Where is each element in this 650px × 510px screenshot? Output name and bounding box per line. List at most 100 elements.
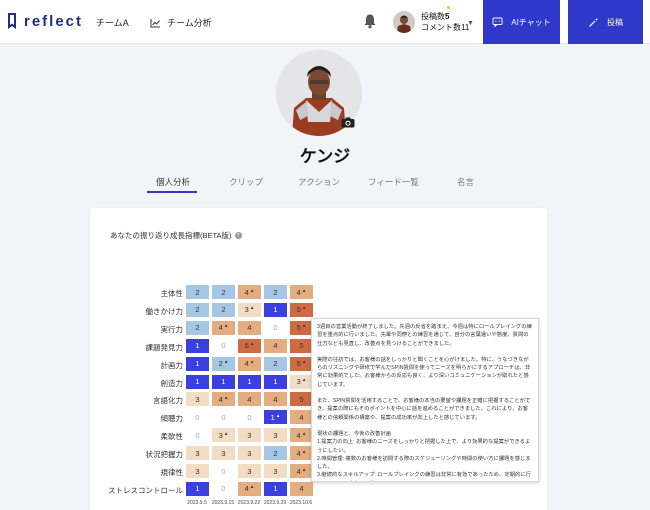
- heatmap-cell[interactable]: 4: [264, 338, 287, 353]
- heatmap-row-label: 課題発見力: [145, 342, 184, 352]
- heatmap-cell[interactable]: 2 ▲: [212, 356, 235, 371]
- heatmap-cell[interactable]: 2: [264, 446, 287, 461]
- heatmap-cell[interactable]: 1: [238, 374, 261, 389]
- logo[interactable]: reflect: [6, 12, 83, 30]
- heatmap-cell[interactable]: 4 ▲: [212, 392, 235, 407]
- heatmap-cell[interactable]: 1: [186, 338, 209, 353]
- heatmap-cell[interactable]: 2: [186, 320, 209, 335]
- heatmap-cell[interactable]: 4: [264, 392, 287, 407]
- heatmap-cell[interactable]: 5 ▲: [290, 320, 313, 335]
- heatmap-cell[interactable]: 4: [290, 481, 313, 496]
- heatmap-date-label: 2023.10.6: [289, 500, 313, 506]
- logo-mark-icon: [8, 13, 16, 29]
- heatmap-cell-value: 3: [244, 305, 249, 315]
- heatmap-cell[interactable]: 4: [290, 410, 313, 425]
- heatmap-cell-value: 3: [296, 377, 301, 386]
- heatmap-cell[interactable]: 3: [212, 446, 235, 461]
- up-arrow-icon: ▲: [249, 359, 255, 365]
- up-arrow-icon: ▲: [301, 430, 307, 436]
- heatmap-cell[interactable]: 4: [238, 392, 261, 407]
- heatmap-cell-value: 3: [221, 448, 226, 458]
- tab-action[interactable]: アクション: [298, 176, 340, 188]
- heatmap-cell[interactable]: 4 ▲: [238, 481, 261, 496]
- heatmap-cell[interactable]: 4: [238, 320, 261, 335]
- heatmap-cell[interactable]: 4 ▲: [290, 464, 313, 478]
- heatmap-cell[interactable]: 2: [212, 302, 235, 317]
- heatmap-cell[interactable]: 3: [264, 428, 287, 443]
- active-tab-indicator: [147, 191, 197, 193]
- heatmap-cell[interactable]: 4 ▲: [238, 356, 261, 371]
- heatmap-cell[interactable]: 5 ▲: [290, 302, 313, 317]
- heatmap-cell[interactable]: 0: [264, 320, 287, 335]
- tab-feed-list[interactable]: フィード一覧: [368, 176, 419, 188]
- heatmap-row-label: 創造力: [160, 378, 184, 388]
- heatmap-cell[interactable]: 1 ▲: [264, 410, 287, 425]
- heatmap-cell[interactable]: 3: [238, 446, 261, 461]
- heatmap-cell[interactable]: 4 ▲: [290, 428, 313, 443]
- heatmap-cell[interactable]: 2: [264, 285, 287, 299]
- heatmap-cell-value: 4: [244, 359, 249, 369]
- heatmap-cell[interactable]: 0: [212, 481, 235, 496]
- camera-icon[interactable]: [341, 117, 355, 128]
- heatmap-cell[interactable]: 0: [212, 464, 235, 478]
- heatmap-cell[interactable]: 1: [186, 481, 209, 496]
- heatmap-cell[interactable]: 3: [238, 428, 261, 443]
- post-button[interactable]: 投稿: [568, 0, 643, 44]
- heatmap-cell[interactable]: 0: [238, 410, 261, 425]
- heatmap-cell[interactable]: 3: [186, 392, 209, 407]
- heatmap-cell[interactable]: 4 ▲: [238, 285, 261, 299]
- heatmap-cell-value: 4: [296, 466, 301, 476]
- heatmap-row-label: ストレスコントロール: [108, 485, 183, 495]
- heatmap-cell-value: 1: [195, 484, 200, 494]
- heatmap-cell-value: 5: [299, 394, 304, 404]
- heatmap-cell[interactable]: 1: [264, 374, 287, 389]
- heatmap-cell[interactable]: 1: [212, 374, 235, 389]
- up-arrow-icon: ▲: [223, 323, 229, 329]
- heatmap-cell[interactable]: 3 ▲: [212, 428, 235, 443]
- heatmap-row-label: 計画力: [160, 360, 184, 370]
- heatmap-cell[interactable]: 4 ▲: [290, 446, 313, 461]
- header-avatar[interactable]: [393, 11, 415, 33]
- heatmap-cell[interactable]: 1: [264, 302, 287, 317]
- heatmap-cell[interactable]: 5 ▲: [290, 356, 313, 371]
- heatmap-cell[interactable]: 3: [264, 464, 287, 478]
- heatmap-cell[interactable]: 2: [186, 285, 209, 299]
- info-icon[interactable]: ?: [234, 232, 242, 239]
- heatmap-cell[interactable]: 5: [290, 392, 313, 407]
- heatmap-cell[interactable]: 3: [238, 464, 261, 478]
- header-user-stats[interactable]: 投稿数5 コメント数11: [421, 11, 469, 33]
- up-arrow-icon: ▲: [223, 359, 229, 365]
- tab-clip[interactable]: クリップ: [229, 176, 263, 188]
- heatmap-cell[interactable]: 2: [264, 356, 287, 371]
- heatmap-cell[interactable]: 4 ▲: [212, 320, 235, 335]
- tab-personal-analysis[interactable]: 個人分析: [156, 176, 190, 188]
- heatmap-cell[interactable]: 3 ▲: [238, 302, 261, 317]
- heatmap-cell[interactable]: 3 ▲: [290, 374, 313, 389]
- bell-icon[interactable]: [363, 13, 377, 29]
- heatmap-cell[interactable]: 0: [186, 428, 209, 443]
- heatmap-cell[interactable]: 2: [186, 302, 209, 317]
- ai-chat-button[interactable]: AIチャット: [483, 0, 560, 44]
- heatmap-cell-value: 4: [218, 323, 223, 333]
- heatmap-cell[interactable]: 2: [212, 285, 235, 299]
- heatmap-cell-value: 4: [299, 412, 304, 422]
- heatmap-cell[interactable]: 4 ▲: [290, 285, 313, 299]
- nav-team-link[interactable]: チームA: [96, 16, 129, 29]
- heatmap-cell-value: 3: [247, 430, 252, 440]
- heatmap-cell[interactable]: 1: [264, 481, 287, 496]
- heatmap-cell[interactable]: 5: [290, 338, 313, 353]
- heatmap-cell[interactable]: 1: [186, 356, 209, 371]
- heatmap-cell[interactable]: 0: [186, 410, 209, 425]
- heatmap-cell[interactable]: 0: [212, 338, 235, 353]
- heatmap-cell[interactable]: 3: [186, 446, 209, 461]
- heatmap-cell-value: 4: [244, 484, 249, 494]
- tab-quotes[interactable]: 名言: [457, 176, 474, 188]
- chevron-down-icon[interactable]: ▼: [467, 20, 474, 27]
- heatmap-row-label: 言語化力: [153, 396, 183, 406]
- posts-count: 5: [445, 12, 450, 21]
- heatmap-cell[interactable]: 5 ▲: [238, 338, 261, 353]
- heatmap-cell[interactable]: 1: [186, 374, 209, 389]
- nav-team-analysis-link[interactable]: チーム分析: [150, 16, 212, 29]
- heatmap-cell[interactable]: 0: [212, 410, 235, 425]
- heatmap-cell[interactable]: 3: [186, 464, 209, 478]
